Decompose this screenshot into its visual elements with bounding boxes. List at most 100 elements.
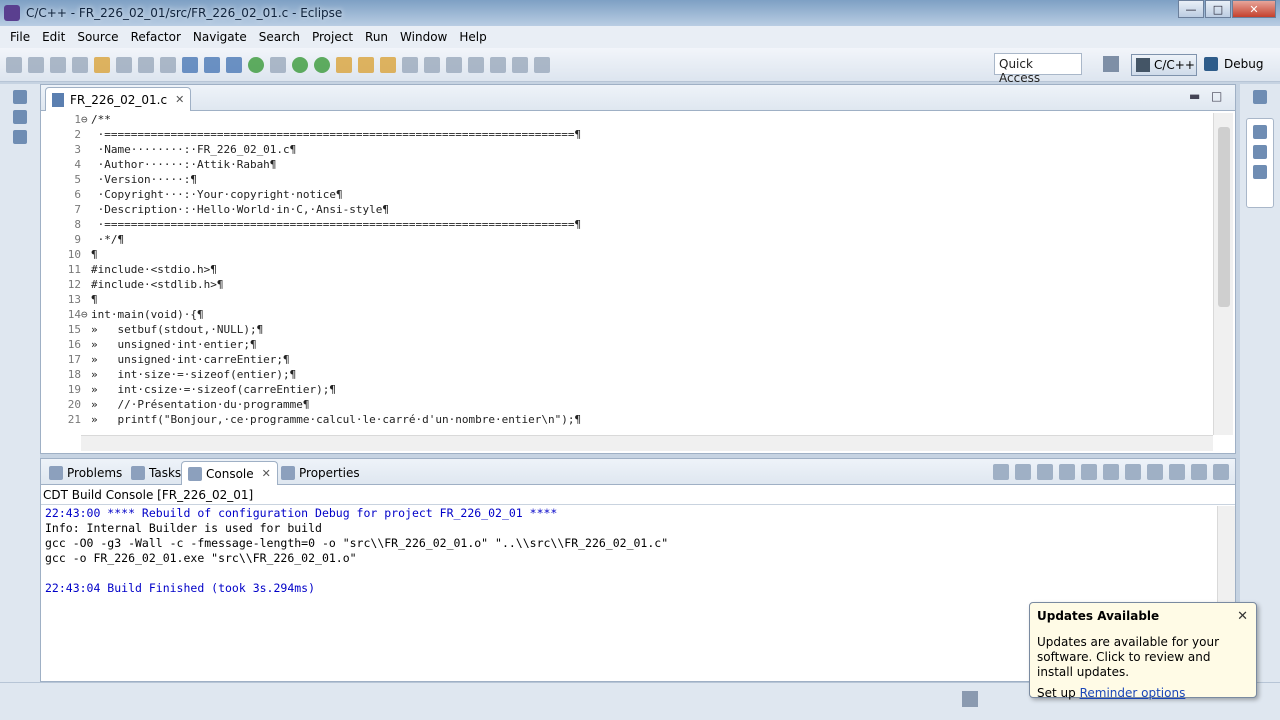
outline-icon[interactable] bbox=[1253, 125, 1267, 139]
fold-marker[interactable] bbox=[81, 353, 91, 368]
fold-marker[interactable] bbox=[81, 263, 91, 278]
open-type-icon[interactable] bbox=[380, 56, 396, 73]
code-line[interactable]: 2 ·=====================================… bbox=[41, 128, 1213, 143]
fold-marker[interactable] bbox=[81, 203, 91, 218]
open-console-icon[interactable] bbox=[1169, 464, 1185, 480]
skip-breakpoints-icon[interactable] bbox=[270, 56, 286, 73]
tab-tasks[interactable]: Tasks bbox=[125, 461, 187, 485]
new-class-icon[interactable] bbox=[182, 56, 198, 73]
maximize-button[interactable]: □ bbox=[1205, 0, 1231, 18]
fold-marker[interactable] bbox=[81, 293, 91, 308]
editor-vertical-scrollbar[interactable] bbox=[1213, 113, 1233, 435]
code-line[interactable]: 16 » unsigned·int·entier;¶ bbox=[41, 338, 1213, 353]
tab-properties[interactable]: Properties bbox=[275, 461, 366, 485]
code-line[interactable]: 7 ·Description·:·Hello·World·in·C,·Ansi-… bbox=[41, 203, 1213, 218]
fold-marker[interactable] bbox=[81, 278, 91, 293]
include-browser-icon[interactable] bbox=[13, 130, 27, 144]
fold-marker[interactable] bbox=[81, 218, 91, 233]
fold-marker[interactable]: ⊖ bbox=[81, 308, 91, 323]
close-notification-icon[interactable]: ✕ bbox=[1237, 609, 1248, 624]
new-header-icon[interactable] bbox=[226, 56, 242, 73]
save-icon[interactable] bbox=[28, 56, 44, 73]
quick-access-input[interactable]: Quick Access bbox=[994, 53, 1082, 85]
save-all-icon[interactable] bbox=[50, 56, 66, 73]
code-line[interactable]: 6 ·Copyright···:·Your·copyright·notice¶ bbox=[41, 188, 1213, 203]
make-target-icon[interactable] bbox=[1253, 145, 1267, 159]
minimize-console-icon[interactable] bbox=[1191, 464, 1207, 480]
restore-icon[interactable] bbox=[13, 90, 27, 104]
editor-horizontal-scrollbar[interactable] bbox=[81, 435, 1213, 451]
code-line[interactable]: 11 #include·<stdio.h>¶ bbox=[41, 263, 1213, 278]
pin-console-icon[interactable] bbox=[1103, 464, 1119, 480]
fold-marker[interactable] bbox=[81, 128, 91, 143]
fold-marker[interactable] bbox=[81, 323, 91, 338]
close-tab-icon[interactable]: ✕ bbox=[175, 93, 184, 106]
scroll-lock-icon[interactable] bbox=[1059, 464, 1075, 480]
maximize-editor-icon[interactable]: □ bbox=[1211, 89, 1222, 103]
fold-marker[interactable] bbox=[81, 248, 91, 263]
fold-marker[interactable] bbox=[81, 188, 91, 203]
annotation-next-icon[interactable] bbox=[468, 56, 484, 73]
open-folder-icon[interactable] bbox=[358, 56, 374, 73]
restore-right-icon[interactable] bbox=[1253, 90, 1267, 104]
fold-marker[interactable] bbox=[81, 173, 91, 188]
debug-icon[interactable] bbox=[248, 56, 264, 73]
fold-marker[interactable] bbox=[81, 233, 91, 248]
fold-marker[interactable] bbox=[81, 368, 91, 383]
fold-marker[interactable] bbox=[81, 158, 91, 173]
clear-console-icon[interactable] bbox=[1081, 464, 1097, 480]
code-line[interactable]: 5 ·Version·····:¶ bbox=[41, 173, 1213, 188]
show-whitespace-icon[interactable] bbox=[446, 56, 462, 73]
code-line[interactable]: 10 ¶ bbox=[41, 248, 1213, 263]
code-line[interactable]: 12 #include·<stdlib.h>¶ bbox=[41, 278, 1213, 293]
print-icon[interactable] bbox=[72, 56, 88, 73]
code-line[interactable]: 8 ·=====================================… bbox=[41, 218, 1213, 233]
search-icon[interactable] bbox=[160, 56, 176, 73]
menu-project[interactable]: Project bbox=[306, 30, 359, 44]
new-project-icon[interactable] bbox=[138, 56, 154, 73]
next-error-icon[interactable] bbox=[993, 464, 1009, 480]
new-source-icon[interactable] bbox=[204, 56, 220, 73]
code-area[interactable]: 1 ⊖/** 2 ·================================… bbox=[41, 113, 1213, 435]
build-icon[interactable] bbox=[94, 56, 110, 73]
update-status-icon[interactable] bbox=[962, 691, 978, 707]
edit-icon[interactable] bbox=[424, 56, 440, 73]
run-icon[interactable] bbox=[292, 56, 308, 73]
previous-error-icon[interactable] bbox=[1015, 464, 1031, 480]
tab-console[interactable]: Console ✕ bbox=[181, 461, 278, 485]
menu-search[interactable]: Search bbox=[253, 30, 306, 44]
menu-refactor[interactable]: Refactor bbox=[125, 30, 187, 44]
code-line[interactable]: 14 ⊖ int·main(void)·{¶ bbox=[41, 308, 1213, 323]
minimize-editor-icon[interactable]: ▬ bbox=[1189, 89, 1200, 103]
code-line[interactable]: 21 » printf("Bonjour,·ce·programme·calcul… bbox=[41, 413, 1213, 428]
menu-window[interactable]: Window bbox=[394, 30, 453, 44]
close-button[interactable]: ✕ bbox=[1232, 0, 1276, 18]
code-line[interactable]: 4 ·Author······:·Attik·Rabah¶ bbox=[41, 158, 1213, 173]
forward-icon[interactable] bbox=[534, 56, 550, 73]
task-list-icon[interactable] bbox=[1253, 165, 1267, 179]
display-console-icon[interactable] bbox=[1147, 464, 1163, 480]
fold-marker[interactable] bbox=[81, 383, 91, 398]
toggle-mark-icon[interactable] bbox=[402, 56, 418, 73]
copy-build-log-icon[interactable] bbox=[1125, 464, 1141, 480]
project-explorer-icon[interactable] bbox=[13, 110, 27, 124]
tab-problems[interactable]: Problems bbox=[43, 461, 128, 485]
code-line[interactable]: 18 » int·size·=·sizeof(entier);¶ bbox=[41, 368, 1213, 383]
fold-marker[interactable] bbox=[81, 338, 91, 353]
close-console-tab-icon[interactable]: ✕ bbox=[262, 467, 271, 480]
perspective-cpp-button[interactable]: C/C++ bbox=[1131, 54, 1197, 76]
fold-marker[interactable] bbox=[81, 143, 91, 158]
menu-source[interactable]: Source bbox=[71, 30, 124, 44]
code-line[interactable]: 15 » setbuf(stdout,·NULL);¶ bbox=[41, 323, 1213, 338]
code-line[interactable]: 9 ·*/¶ bbox=[41, 233, 1213, 248]
menu-file[interactable]: File bbox=[4, 30, 36, 44]
reminder-options-link[interactable]: Reminder options bbox=[1080, 686, 1186, 700]
fold-marker[interactable] bbox=[81, 413, 91, 428]
code-line[interactable]: 1 ⊖/** bbox=[41, 113, 1213, 128]
perspective-debug-button[interactable]: Debug bbox=[1204, 57, 1263, 71]
menu-edit[interactable]: Edit bbox=[36, 30, 71, 44]
fold-marker[interactable]: ⊖ bbox=[81, 113, 91, 128]
minimize-button[interactable]: — bbox=[1178, 0, 1204, 18]
notification-body[interactable]: Updates are available for your software.… bbox=[1037, 635, 1249, 680]
menu-run[interactable]: Run bbox=[359, 30, 394, 44]
